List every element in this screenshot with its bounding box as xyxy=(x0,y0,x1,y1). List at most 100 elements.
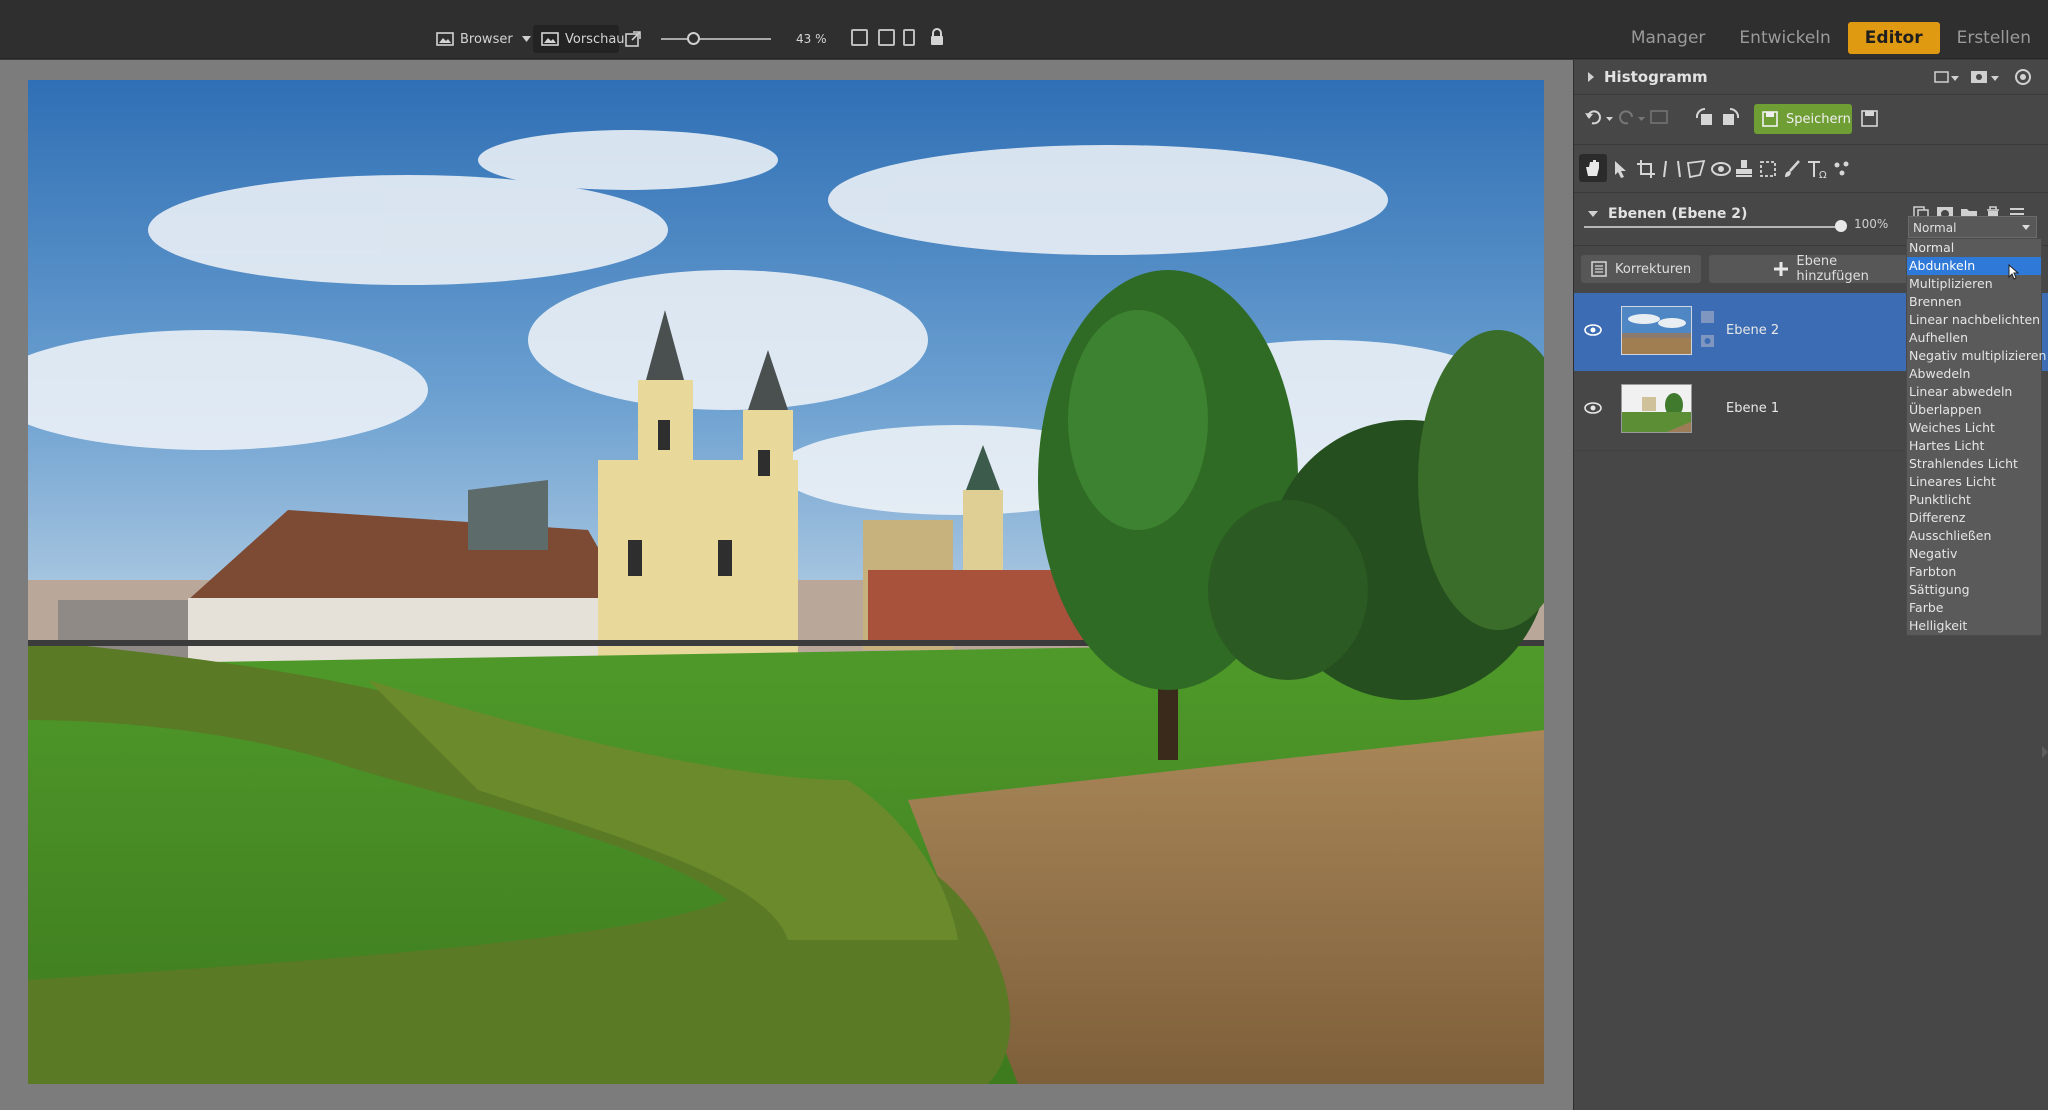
blend-option[interactable]: Helligkeit xyxy=(1907,617,2041,635)
expand-icon xyxy=(1588,72,1594,82)
histogram-title: Histogramm xyxy=(1604,68,1708,86)
layer-thumbnail xyxy=(1621,384,1692,433)
svg-text:Ω: Ω xyxy=(1819,170,1827,179)
brush-icon[interactable] xyxy=(1782,159,1802,179)
histogram-header[interactable]: Histogramm xyxy=(1574,60,2048,94)
blend-option[interactable]: Farbe xyxy=(1907,599,2041,617)
preview-label: Vorschau xyxy=(565,31,625,47)
shapes-icon[interactable] xyxy=(1832,159,1852,179)
blend-mode-dropdown-list: Normal Abdunkeln Multiplizieren Brennen … xyxy=(1906,238,2046,636)
mode-develop[interactable]: Entwickeln xyxy=(1722,22,1847,54)
blend-option[interactable]: Normal xyxy=(1907,239,2041,257)
blend-option[interactable]: Negativ xyxy=(1907,545,2041,563)
redo-icon[interactable] xyxy=(1616,108,1646,128)
blend-option[interactable]: Sättigung xyxy=(1907,581,2041,599)
chevron-down-icon xyxy=(2022,225,2030,230)
hand-tool-button[interactable] xyxy=(1579,154,1607,182)
history-image-icon[interactable] xyxy=(1650,108,1668,126)
visibility-eye-icon[interactable] xyxy=(1584,324,1602,336)
visibility-eye-icon[interactable] xyxy=(1584,402,1602,414)
external-window-icon[interactable] xyxy=(625,31,641,47)
browser-button[interactable]: Browser xyxy=(436,26,513,52)
blend-option[interactable]: Differenz xyxy=(1907,509,2041,527)
save-button[interactable]: Speichern xyxy=(1754,104,1852,134)
layer-name: Ebene 1 xyxy=(1726,401,1780,416)
add-layer-button[interactable]: Ebene hinzufügen xyxy=(1709,254,1909,284)
photo-editor-app: Browser Vorschau 43 % Manager Entwickeln… xyxy=(0,0,2048,1110)
lock-icon[interactable] xyxy=(930,28,944,46)
histogram-options-icon[interactable] xyxy=(1934,69,1960,85)
blend-option[interactable]: Hartes Licht xyxy=(1907,437,2041,455)
undo-icon[interactable] xyxy=(1584,108,1614,128)
zoom-slider-track[interactable] xyxy=(661,38,771,40)
text-tool-icon[interactable]: Ω xyxy=(1806,159,1828,179)
blend-option[interactable]: Ausschließen xyxy=(1907,527,2041,545)
blend-option[interactable]: Negativ multiplizieren xyxy=(1907,347,2046,365)
folder-image-icon xyxy=(436,32,454,46)
add-layer-label: Ebene hinzufügen xyxy=(1796,254,1869,284)
plus-icon xyxy=(1774,262,1788,276)
blend-option[interactable]: Weiches Licht xyxy=(1907,419,2041,437)
zoom-value: 43 % xyxy=(796,32,827,46)
thumbnail-image xyxy=(1622,385,1691,432)
display-mode-icon[interactable] xyxy=(1970,69,2000,85)
blend-option[interactable]: Farbton xyxy=(1907,563,2041,581)
save-icon xyxy=(1762,111,1778,127)
mouse-cursor-icon xyxy=(2008,264,2020,280)
blend-mode-select[interactable]: Normal xyxy=(1908,216,2037,238)
blend-option[interactable]: Abwedeln xyxy=(1907,365,2041,383)
layer-name: Ebene 2 xyxy=(1726,323,1780,338)
blend-option[interactable]: Aufhellen xyxy=(1907,329,2041,347)
fit-to-screen-icon[interactable] xyxy=(878,29,895,46)
opacity-slider-knob[interactable] xyxy=(1835,220,1847,232)
blend-option-highlighted[interactable]: Abdunkeln xyxy=(1907,257,2041,275)
hand-icon xyxy=(1586,160,1599,176)
panel-scroll-arrow-icon[interactable] xyxy=(2042,746,2048,758)
crop-icon[interactable] xyxy=(1636,159,1656,179)
layer-properties-icon[interactable] xyxy=(1699,309,1717,349)
fit-height-icon[interactable] xyxy=(903,29,915,46)
blend-option[interactable]: Lineares Licht xyxy=(1907,473,2041,491)
top-toolbar: Browser Vorschau 43 % Manager Entwickeln… xyxy=(0,0,2048,59)
blend-option[interactable]: Brennen xyxy=(1907,293,2041,311)
mode-create[interactable]: Erstellen xyxy=(1940,22,2048,54)
landscape-photo-illustration xyxy=(28,80,1544,1084)
image-canvas-area[interactable] xyxy=(0,60,1573,1110)
select-arrow-icon[interactable] xyxy=(1612,159,1630,179)
blend-option[interactable]: Linear nachbelichten xyxy=(1907,311,2041,329)
corrections-icon xyxy=(1591,261,1607,277)
blend-option[interactable]: Punktlicht xyxy=(1907,491,2041,509)
opacity-value: 100% xyxy=(1854,217,1889,231)
selection-brush-icon[interactable] xyxy=(1758,159,1778,179)
perspective-icon[interactable] xyxy=(1662,159,1682,179)
tools-row: Ω xyxy=(1574,154,2048,184)
chevron-down-icon[interactable] xyxy=(522,36,531,42)
mode-editor[interactable]: Editor xyxy=(1847,22,1940,54)
blend-option[interactable]: Strahlendes Licht xyxy=(1907,455,2041,473)
transform-icon[interactable] xyxy=(1686,159,1706,179)
blend-option[interactable]: Linear abwedeln xyxy=(1907,383,2041,401)
browser-label: Browser xyxy=(460,31,513,47)
eye-tool-icon[interactable] xyxy=(1710,159,1732,179)
mode-switcher: Manager Entwickeln Editor Erstellen xyxy=(1614,22,2048,54)
opacity-slider-track[interactable] xyxy=(1584,226,1846,228)
actual-size-icon[interactable] xyxy=(851,29,868,46)
edited-photo[interactable] xyxy=(28,80,1544,1084)
zoom-slider-knob[interactable] xyxy=(687,32,700,45)
corrections-button[interactable]: Korrekturen xyxy=(1581,255,1701,283)
corrections-label: Korrekturen xyxy=(1615,261,1692,277)
clone-stamp-icon[interactable] xyxy=(1734,159,1754,179)
blend-option[interactable]: Überlappen xyxy=(1907,401,2041,419)
layer-thumbnail xyxy=(1621,306,1692,355)
blend-option[interactable]: Multiplizieren xyxy=(1907,275,2041,293)
image-icon xyxy=(541,32,559,46)
rotate-left-icon[interactable] xyxy=(1694,106,1716,128)
collapse-icon xyxy=(1588,211,1598,217)
save-as-icon[interactable] xyxy=(1860,109,1880,129)
rotate-right-icon[interactable] xyxy=(1720,106,1742,128)
settings-icon[interactable] xyxy=(2014,68,2032,86)
preview-button[interactable]: Vorschau xyxy=(533,25,625,53)
save-label: Speichern xyxy=(1786,111,1851,127)
mode-manager[interactable]: Manager xyxy=(1614,22,1723,54)
layers-title: Ebenen (Ebene 2) xyxy=(1608,206,1748,222)
